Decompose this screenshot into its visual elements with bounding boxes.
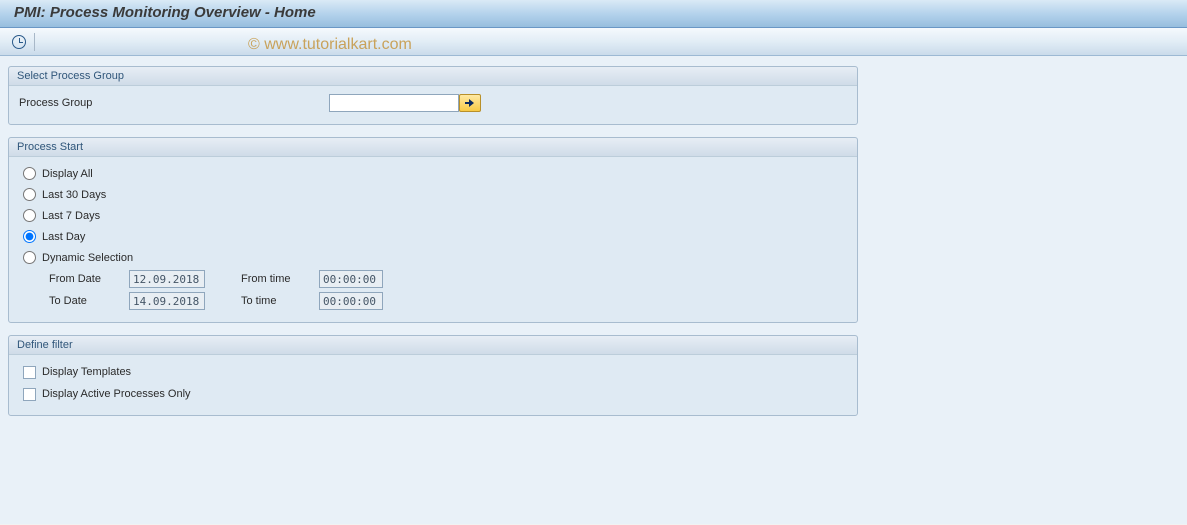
- radio-display-all[interactable]: Display All: [19, 163, 847, 184]
- from-date-label: From Date: [49, 273, 129, 285]
- page-title: PMI: Process Monitoring Overview - Home: [14, 4, 316, 21]
- check-display-templates[interactable]: Display Templates: [19, 361, 847, 383]
- execute-icon[interactable]: [12, 35, 26, 49]
- to-date-label: To Date: [49, 295, 129, 307]
- row-from-date: From Date From time: [19, 268, 847, 290]
- process-group-input[interactable]: [329, 94, 459, 112]
- radio-last-day-input[interactable]: [23, 230, 36, 243]
- radio-dynamic-label: Dynamic Selection: [42, 252, 133, 264]
- group-define-filter: Define filter Display Templates Display …: [8, 335, 858, 416]
- toolbar-separator: [34, 33, 35, 51]
- to-time-input[interactable]: [319, 292, 383, 310]
- group-process-start: Process Start Display All Last 30 Days L…: [8, 137, 858, 323]
- radio-dynamic-input[interactable]: [23, 251, 36, 264]
- to-date-input[interactable]: [129, 292, 205, 310]
- radio-last-30-label: Last 30 Days: [42, 189, 106, 201]
- group-title-process-start: Process Start: [9, 138, 857, 157]
- to-time-label: To time: [241, 295, 319, 307]
- process-group-label: Process Group: [19, 97, 149, 109]
- radio-last-day[interactable]: Last Day: [19, 226, 847, 247]
- from-time-input[interactable]: [319, 270, 383, 288]
- from-time-label: From time: [241, 273, 319, 285]
- radio-display-all-input[interactable]: [23, 167, 36, 180]
- radio-last-30-input[interactable]: [23, 188, 36, 201]
- from-date-input[interactable]: [129, 270, 205, 288]
- radio-last-day-label: Last Day: [42, 231, 85, 243]
- search-help-button[interactable]: [459, 94, 481, 112]
- group-title-select-process: Select Process Group: [9, 67, 857, 86]
- arrow-right-icon: [465, 99, 475, 107]
- field-process-group: Process Group: [19, 92, 847, 114]
- row-to-date: To Date To time: [19, 290, 847, 312]
- application-toolbar: [0, 28, 1187, 56]
- radio-dynamic[interactable]: Dynamic Selection: [19, 247, 847, 268]
- group-select-process: Select Process Group Process Group: [8, 66, 858, 125]
- radio-last-7-label: Last 7 Days: [42, 210, 100, 222]
- radio-last-30[interactable]: Last 30 Days: [19, 184, 847, 205]
- radio-display-all-label: Display All: [42, 168, 93, 180]
- radio-last-7-input[interactable]: [23, 209, 36, 222]
- main-canvas: Select Process Group Process Group Proce…: [0, 56, 1187, 524]
- checkbox-display-active-label: Display Active Processes Only: [42, 388, 191, 400]
- checkbox-display-templates-label: Display Templates: [42, 366, 131, 378]
- title-bar: PMI: Process Monitoring Overview - Home: [0, 0, 1187, 28]
- check-display-active[interactable]: Display Active Processes Only: [19, 383, 847, 405]
- checkbox-display-active[interactable]: [23, 388, 36, 401]
- group-title-define-filter: Define filter: [9, 336, 857, 355]
- checkbox-display-templates[interactable]: [23, 366, 36, 379]
- radio-last-7[interactable]: Last 7 Days: [19, 205, 847, 226]
